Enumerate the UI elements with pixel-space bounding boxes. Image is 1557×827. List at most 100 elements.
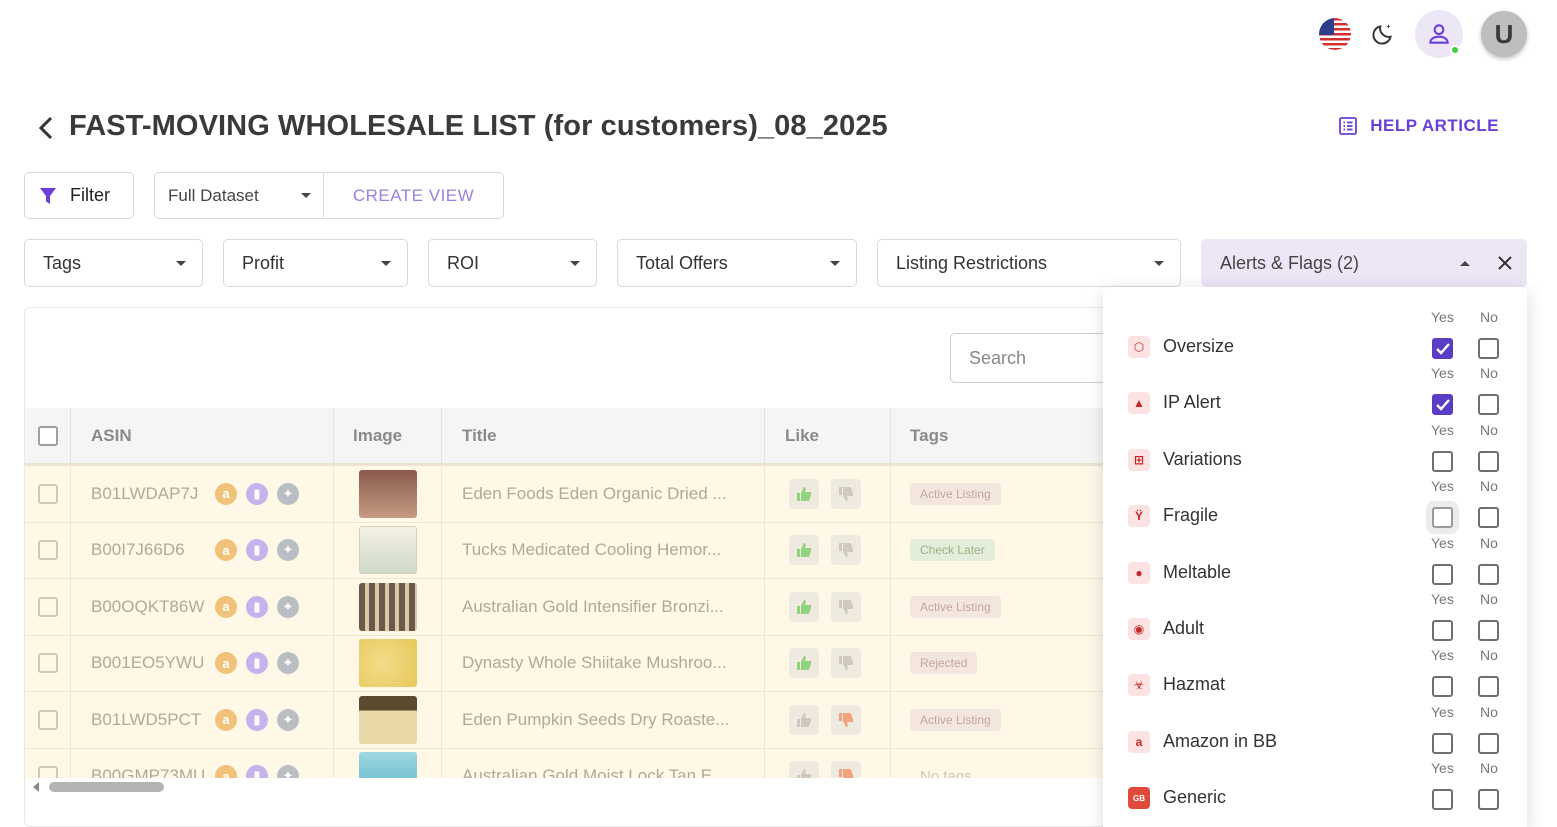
variations-yes-checkbox[interactable]: [1432, 451, 1453, 472]
dark-mode-moon-icon[interactable]: [1369, 20, 1397, 48]
meltable-yes-checkbox[interactable]: [1432, 564, 1453, 585]
thumbs-up-icon[interactable]: [789, 478, 819, 509]
row-checkbox[interactable]: [37, 709, 58, 730]
product-image[interactable]: [358, 526, 417, 575]
title-cell[interactable]: Eden Foods Eden Organic Dried ...: [442, 466, 765, 522]
thumbs-down-icon[interactable]: [831, 478, 861, 509]
status-badge[interactable]: Active Listing: [910, 595, 1001, 618]
title-cell[interactable]: Australian Gold Moist Lock Tan E...: [442, 748, 765, 778]
ip-alert-yes-checkbox[interactable]: [1432, 394, 1453, 415]
thumbs-down-icon[interactable]: [831, 648, 861, 679]
chart-icon[interactable]: ▮: [246, 482, 268, 505]
view-select[interactable]: Full Dataset: [155, 173, 324, 218]
amazon-in-bb-no-checkbox[interactable]: [1478, 733, 1499, 754]
keepa-icon[interactable]: ✦: [277, 539, 299, 562]
meltable-no-checkbox[interactable]: [1478, 564, 1499, 585]
account-button[interactable]: [1415, 10, 1463, 58]
thumbs-up-icon[interactable]: [789, 704, 819, 735]
keepa-icon[interactable]: ✦: [277, 482, 299, 505]
table-row[interactable]: B01LWDAP7J a ▮ ✦ Eden Foods Eden Organic…: [25, 466, 1143, 523]
asin-value[interactable]: B00I7J66D6: [91, 540, 206, 560]
fragile-yes-checkbox[interactable]: [1432, 507, 1453, 528]
oversize-no-checkbox[interactable]: [1478, 338, 1499, 359]
table-row[interactable]: B00I7J66D6 a ▮ ✦ Tucks Medicated Cooling…: [25, 522, 1143, 579]
keepa-icon[interactable]: ✦: [277, 652, 299, 675]
keepa-icon[interactable]: ✦: [277, 708, 299, 731]
col-header-title[interactable]: Title: [442, 408, 765, 463]
chart-icon[interactable]: ▮: [246, 652, 268, 675]
asin-value[interactable]: B00GMP73MU: [91, 766, 206, 778]
asin-value[interactable]: B01LWD5PCT: [91, 710, 206, 730]
thumbs-up-icon[interactable]: [789, 591, 819, 622]
amazon-icon[interactable]: a: [215, 595, 237, 618]
title-cell[interactable]: Eden Pumpkin Seeds Dry Roaste...: [442, 692, 765, 748]
adult-no-checkbox[interactable]: [1478, 620, 1499, 641]
variations-no-checkbox[interactable]: [1478, 451, 1499, 472]
product-image[interactable]: [358, 695, 417, 744]
thumbs-down-icon[interactable]: [831, 591, 861, 622]
select-all-checkbox[interactable]: [37, 425, 58, 446]
row-checkbox[interactable]: [37, 653, 58, 674]
generic-yes-checkbox[interactable]: [1432, 789, 1453, 810]
amazon-icon[interactable]: a: [215, 539, 237, 562]
amazon-in-bb-yes-checkbox[interactable]: [1432, 733, 1453, 754]
table-row[interactable]: B01LWD5PCT a ▮ ✦ Eden Pumpkin Seeds Dry …: [25, 692, 1143, 749]
row-checkbox[interactable]: [37, 540, 58, 561]
amazon-icon[interactable]: a: [215, 765, 237, 778]
keepa-icon[interactable]: ✦: [277, 765, 299, 778]
row-checkbox[interactable]: [37, 766, 58, 778]
chart-icon[interactable]: ▮: [246, 708, 268, 731]
product-image[interactable]: [358, 582, 417, 631]
hazmat-yes-checkbox[interactable]: [1432, 676, 1453, 697]
total-offers-filter-dropdown[interactable]: Total Offers: [617, 239, 857, 287]
title-cell[interactable]: Tucks Medicated Cooling Hemor...: [442, 522, 765, 578]
chart-icon[interactable]: ▮: [246, 595, 268, 618]
horizontal-scrollbar[interactable]: [33, 780, 1133, 792]
chart-icon[interactable]: ▮: [246, 765, 268, 778]
table-row[interactable]: B00OQKT86W a ▮ ✦ Australian Gold Intensi…: [25, 579, 1143, 636]
filter-button[interactable]: Filter: [24, 172, 134, 219]
thumbs-down-icon[interactable]: [831, 704, 861, 735]
adult-yes-checkbox[interactable]: [1432, 620, 1453, 641]
row-checkbox[interactable]: [37, 483, 58, 504]
avatar[interactable]: U: [1481, 11, 1527, 57]
title-cell[interactable]: Australian Gold Intensifier Bronzi...: [442, 579, 765, 635]
thumbs-up-icon[interactable]: [789, 761, 819, 778]
product-image[interactable]: [358, 469, 417, 518]
table-row[interactable]: B001EO5YWU a ▮ ✦ Dynasty Whole Shiitake …: [25, 635, 1143, 692]
col-header-image[interactable]: Image: [334, 408, 442, 463]
product-image[interactable]: [358, 752, 417, 778]
hazmat-no-checkbox[interactable]: [1478, 676, 1499, 697]
asin-value[interactable]: B00OQKT86W: [91, 597, 206, 617]
profit-filter-dropdown[interactable]: Profit: [223, 239, 408, 287]
clear-close-icon[interactable]: [1498, 256, 1512, 270]
thumbs-down-icon[interactable]: [831, 535, 861, 566]
status-badge[interactable]: Active Listing: [910, 482, 1001, 505]
product-image[interactable]: [358, 639, 417, 688]
col-header-asin[interactable]: ASIN: [71, 408, 334, 463]
col-header-like[interactable]: Like: [765, 408, 891, 463]
listing-restrictions-filter-dropdown[interactable]: Listing Restrictions: [877, 239, 1181, 287]
create-view-button[interactable]: CREATE VIEW: [324, 186, 503, 206]
fragile-no-checkbox[interactable]: [1478, 507, 1499, 528]
back-button[interactable]: [32, 112, 60, 144]
thumbs-up-icon[interactable]: [789, 535, 819, 566]
roi-filter-dropdown[interactable]: ROI: [428, 239, 597, 287]
table-row[interactable]: B00GMP73MU a ▮ ✦ Australian Gold Moist L…: [25, 748, 1143, 778]
status-badge[interactable]: Check Later: [910, 539, 995, 562]
help-article-link[interactable]: HELP ARTICLE: [1338, 116, 1499, 136]
asin-value[interactable]: B001EO5YWU: [91, 653, 206, 673]
thumbs-up-icon[interactable]: [789, 648, 819, 679]
oversize-yes-checkbox[interactable]: [1432, 338, 1453, 359]
alerts-flags-filter-dropdown[interactable]: Alerts & Flags (2): [1201, 239, 1527, 287]
ip-alert-no-checkbox[interactable]: [1478, 394, 1499, 415]
chart-icon[interactable]: ▮: [246, 539, 268, 562]
asin-value[interactable]: B01LWDAP7J: [91, 484, 206, 504]
keepa-icon[interactable]: ✦: [277, 595, 299, 618]
us-flag-icon[interactable]: [1319, 18, 1351, 50]
row-checkbox[interactable]: [37, 596, 58, 617]
amazon-icon[interactable]: a: [215, 482, 237, 505]
title-cell[interactable]: Dynasty Whole Shiitake Mushroo...: [442, 635, 765, 691]
amazon-icon[interactable]: a: [215, 708, 237, 731]
amazon-icon[interactable]: a: [215, 652, 237, 675]
